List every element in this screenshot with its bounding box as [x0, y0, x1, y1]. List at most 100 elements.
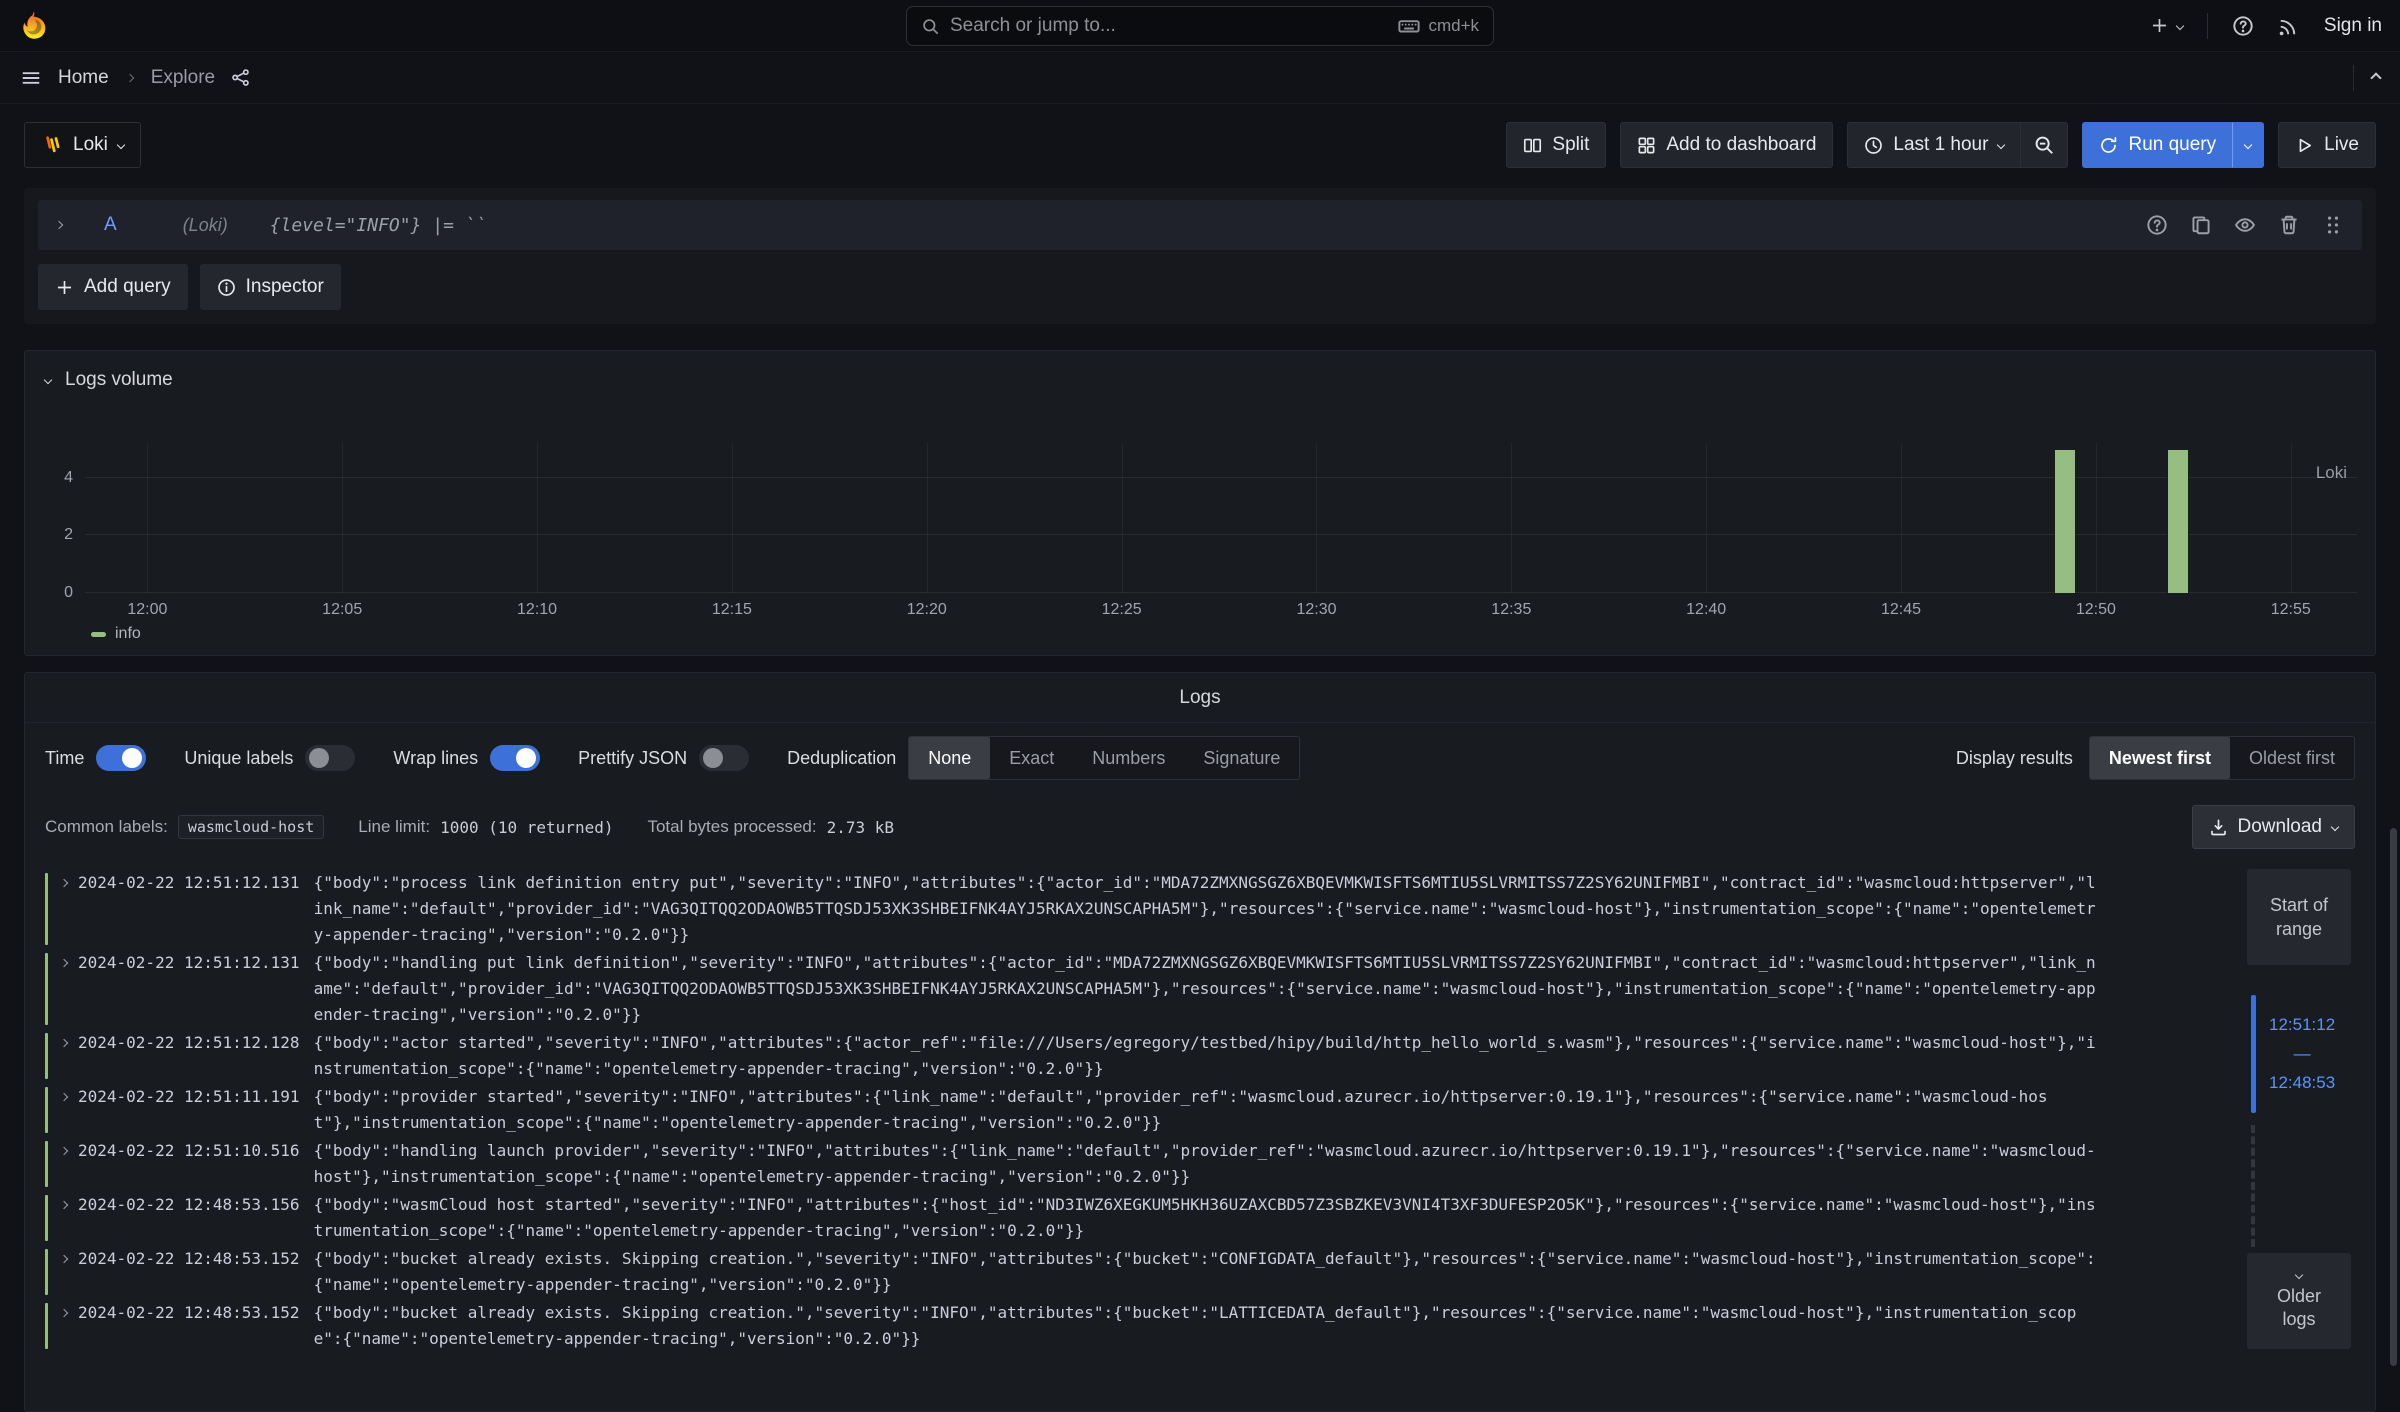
expand-log-icon[interactable] — [60, 1093, 68, 1101]
new-menu-button[interactable] — [2150, 16, 2183, 35]
datasource-picker[interactable]: Loki — [24, 122, 141, 168]
delete-query-icon[interactable] — [2278, 214, 2300, 236]
split-button[interactable]: Split — [1506, 122, 1606, 168]
zoom-out-icon — [2033, 134, 2055, 156]
logs-navigation-rail: Start of range 12:51:12 — 12:48:53 Older… — [2247, 869, 2351, 1343]
log-message: {"body":"provider started","severity":"I… — [314, 1084, 2105, 1136]
scrollbar[interactable] — [2390, 828, 2397, 1366]
log-level-indicator — [45, 1033, 48, 1079]
log-timestamp: 2024-02-22 12:48:53.156 — [78, 1192, 300, 1218]
unique-labels-toggle[interactable] — [305, 745, 355, 771]
download-button[interactable]: Download — [2192, 805, 2356, 849]
plot-area — [85, 443, 2357, 593]
add-to-dashboard-button[interactable]: Add to dashboard — [1620, 122, 1833, 168]
time-toggle[interactable] — [96, 745, 146, 771]
log-row[interactable]: 2024-02-22 12:51:12.131{"body":"handling… — [45, 949, 2105, 1029]
display-option-newest-first[interactable]: Newest first — [2090, 737, 2230, 779]
log-level-indicator — [45, 1141, 48, 1187]
log-message: {"body":"bucket already exists. Skipping… — [314, 1246, 2105, 1298]
volume-bar[interactable] — [2167, 449, 2189, 593]
log-timestamp: 2024-02-22 12:51:10.516 — [78, 1138, 300, 1164]
line-limit-value: 1000 (10 returned) — [440, 818, 613, 837]
line-limit-label: Line limit: — [358, 817, 430, 837]
visible-range-indicator[interactable]: 12:51:12 — 12:48:53 — [2251, 995, 2335, 1113]
live-button[interactable]: Live — [2278, 122, 2376, 168]
search-input[interactable]: Search or jump to... cmd+k — [906, 6, 1494, 46]
chart-legend[interactable]: info — [91, 625, 2357, 643]
log-row[interactable]: 2024-02-22 12:51:12.128{"body":"actor st… — [45, 1029, 2105, 1083]
display-results-group: Newest first Oldest first — [2089, 736, 2355, 780]
sign-in-link[interactable]: Sign in — [2324, 15, 2382, 37]
logs-controls: Time Unique labels Wrap lines Prettify J… — [25, 722, 2375, 793]
log-timestamp: 2024-02-22 12:51:12.131 — [78, 870, 300, 896]
inspector-button[interactable]: Inspector — [200, 264, 341, 310]
dedup-option-none[interactable]: None — [909, 737, 990, 779]
volume-bar[interactable] — [2054, 449, 2076, 593]
menu-icon[interactable] — [20, 67, 42, 89]
dedup-option-signature[interactable]: Signature — [1184, 737, 1299, 779]
logs-panel: Logs Time Unique labels Wrap lines Prett… — [24, 672, 2376, 1412]
log-timestamp: 2024-02-22 12:48:53.152 — [78, 1300, 300, 1326]
log-level-indicator — [45, 953, 48, 1025]
log-timestamp: 2024-02-22 12:51:12.131 — [78, 950, 300, 976]
refresh-icon — [2099, 136, 2118, 155]
x-tick-label: 12:30 — [1296, 601, 1336, 619]
expand-log-icon[interactable] — [60, 1147, 68, 1155]
run-query-interval-dropdown[interactable] — [2232, 122, 2264, 168]
log-row[interactable]: 2024-02-22 12:48:53.152{"body":"bucket a… — [45, 1299, 2105, 1353]
chevron-down-icon — [1997, 141, 2005, 149]
log-row[interactable]: 2024-02-22 12:51:11.191 {"body":"provider… — [45, 1083, 2105, 1137]
news-rss-icon[interactable] — [2278, 15, 2300, 37]
time-range-picker[interactable]: Last 1 hour — [1847, 122, 2021, 168]
log-row[interactable]: 2024-02-22 12:48:53.152{"body":"bucket a… — [45, 1245, 2105, 1299]
query-collapse-icon[interactable] — [55, 221, 63, 229]
expand-log-icon[interactable] — [60, 1201, 68, 1209]
add-query-button[interactable]: Add query — [38, 264, 188, 310]
log-timestamp: 2024-02-22 12:51:11.191 — [78, 1084, 300, 1110]
wrap-lines-toggle[interactable] — [490, 745, 540, 771]
x-tick-label: 12:05 — [322, 601, 362, 619]
zoom-out-time-button[interactable] — [2020, 122, 2068, 168]
duplicate-query-icon[interactable] — [2190, 214, 2212, 236]
plus-icon — [55, 278, 74, 297]
toggle-query-visibility-icon[interactable] — [2234, 214, 2256, 236]
search-placeholder: Search or jump to... — [950, 15, 1116, 37]
drag-handle-icon[interactable] — [2322, 214, 2344, 236]
expand-log-icon[interactable] — [60, 959, 68, 967]
logs-volume-header[interactable]: Logs volume — [25, 361, 2375, 399]
breadcrumb-home[interactable]: Home — [58, 67, 109, 89]
log-message: {"body":"wasmCloud host started","severi… — [314, 1192, 2105, 1244]
dedup-option-numbers[interactable]: Numbers — [1073, 737, 1184, 779]
x-tick-label: 12:15 — [712, 601, 752, 619]
log-row[interactable]: 2024-02-22 12:48:53.156 {"body":"wasmClou… — [45, 1191, 2105, 1245]
dedup-option-exact[interactable]: Exact — [990, 737, 1073, 779]
query-expression-input[interactable]: {level="INFO"} |= `` — [270, 215, 487, 236]
query-ref-id: A — [104, 214, 117, 236]
divider — [2353, 65, 2354, 91]
common-labels-label: Common labels: — [45, 817, 168, 837]
collapse-bar-icon[interactable] — [2370, 72, 2381, 83]
grafana-logo[interactable] — [18, 9, 50, 43]
query-help-icon[interactable] — [2146, 214, 2168, 236]
expand-log-icon[interactable] — [60, 1309, 68, 1317]
log-level-indicator — [45, 1303, 48, 1349]
start-of-range-button[interactable]: Start of range — [2247, 869, 2351, 965]
help-icon[interactable] — [2232, 15, 2254, 37]
log-rows-list: 2024-02-22 12:51:12.131{"body":"process … — [45, 869, 2105, 1353]
expand-log-icon[interactable] — [60, 879, 68, 887]
play-icon — [2295, 136, 2314, 155]
display-option-oldest-first[interactable]: Oldest first — [2230, 737, 2354, 779]
older-logs-button[interactable]: Older logs — [2247, 1253, 2351, 1349]
log-row[interactable]: 2024-02-22 12:51:10.516{"body":"handling… — [45, 1137, 2105, 1191]
logs-volume-chart: Loki 024 12:0012:0512:1012:1512:2012:251… — [25, 443, 2375, 643]
x-tick-label: 12:25 — [1102, 601, 1142, 619]
expand-log-icon[interactable] — [60, 1039, 68, 1047]
split-icon — [1523, 136, 1542, 155]
y-tick-label: 2 — [64, 526, 73, 544]
share-icon[interactable] — [231, 68, 250, 87]
log-row[interactable]: 2024-02-22 12:51:12.131{"body":"process … — [45, 869, 2105, 949]
run-query-button[interactable]: Run query — [2082, 122, 2233, 168]
prettify-json-toggle[interactable] — [699, 745, 749, 771]
expand-log-icon[interactable] — [60, 1255, 68, 1263]
x-tick-label: 12:40 — [1686, 601, 1726, 619]
